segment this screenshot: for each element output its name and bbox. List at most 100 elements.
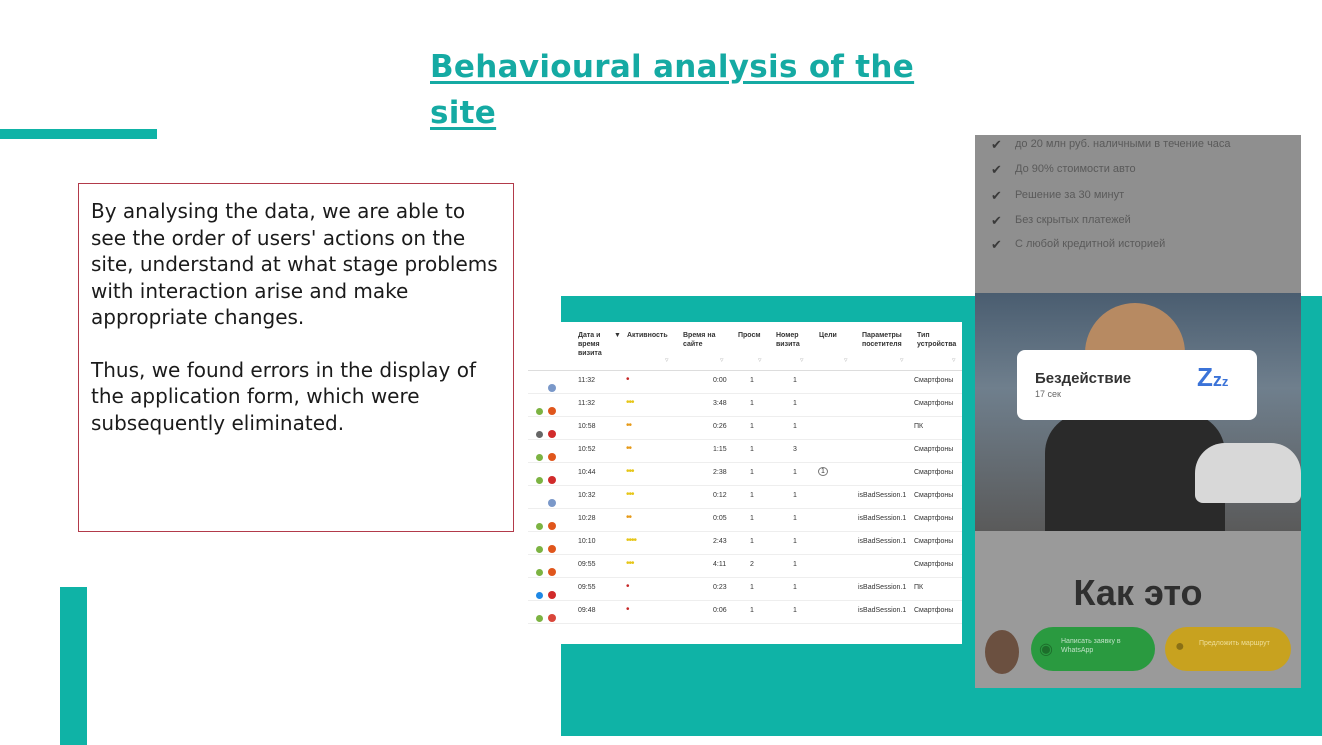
route-button-label: Предложить маршрут: [1199, 640, 1270, 647]
check-icon: ✔: [991, 162, 1002, 177]
checklist-item: Решение за 30 минут: [1015, 189, 1125, 201]
check-icon: ✔: [991, 137, 1002, 152]
section-heading: Как это: [1073, 572, 1203, 613]
page-views: 1: [750, 515, 754, 522]
visit-duration: 1:15: [713, 446, 727, 453]
avatar: [985, 630, 1019, 674]
table-header: Дата и время визита ▼ Активность Время н…: [528, 322, 962, 371]
header-date: Дата и время визита: [578, 332, 602, 357]
header-visitor-params: Параметры посетителя: [862, 332, 902, 348]
table-row[interactable]: 09:55 ••• 4:11 2 1 Смартфоны: [528, 554, 962, 578]
activity-dots: •: [626, 374, 629, 385]
activity-dots: •: [626, 604, 629, 615]
check-icon: ✔: [991, 188, 1002, 203]
page-views: 1: [750, 584, 754, 591]
checklist-item: До 90% стоимости авто: [1015, 163, 1136, 175]
device-type: ПК: [914, 584, 924, 591]
device-type: Смартфоны: [914, 515, 954, 522]
page-views: 2: [750, 561, 754, 568]
visit-duration: 0:12: [713, 492, 727, 499]
sort-icon: ▼: [614, 332, 621, 339]
device-type: Смартфоны: [914, 538, 954, 545]
header-device-type: Тип устройства: [917, 332, 957, 348]
checklist-item: Без скрытых платежей: [1015, 214, 1131, 226]
table-row[interactable]: 11:32 ••• 3:48 1 1 Смартфоны: [528, 393, 962, 417]
table-row[interactable]: 10:10 •••• 2:43 1 1 isBadSession.1 Смартфоны: [528, 531, 962, 555]
paragraph-analysis: By analysing the data, we are able to se…: [91, 199, 498, 329]
visitor-params: isBadSession.1: [858, 538, 907, 545]
check-icon: ✔: [991, 237, 1002, 252]
activity-dots: ••: [626, 443, 632, 454]
table-row[interactable]: 10:44 ••• 2:38 1 1 1 Смартфоны: [528, 462, 962, 486]
visit-number: 1: [793, 377, 797, 384]
filter-icon: ▿: [665, 357, 669, 364]
table-row[interactable]: 10:52 •• 1:15 1 3 Смартфоны: [528, 439, 962, 463]
filter-icon: ▿: [800, 357, 804, 364]
visit-number: 1: [793, 469, 797, 476]
table-row[interactable]: 10:32 ••• 0:12 1 1 isBadSession.1 Смартфоны: [528, 485, 962, 509]
page-views: 1: [750, 423, 754, 430]
sleep-zzz-icon: Zzz: [1197, 362, 1229, 392]
visit-number: 3: [793, 446, 797, 453]
activity-dots: ••: [626, 420, 632, 431]
page-views: 1: [750, 469, 754, 476]
device-type: Смартфоны: [914, 446, 954, 453]
activity-dots: ••: [626, 512, 632, 523]
visitor-params: isBadSession.1: [858, 515, 907, 522]
paragraph-errors: Thus, we found errors in the display of …: [91, 357, 477, 435]
checklist-item: до 20 млн руб. наличными в течение часа: [1015, 138, 1231, 150]
device-type: Смартфоны: [914, 492, 954, 499]
visit-number: 1: [793, 584, 797, 591]
checklist-area: ✔ до 20 млн руб. наличными в течение час…: [975, 135, 1301, 293]
whatsapp-button[interactable]: ◉ Написать заявку в WhatsApp: [1031, 627, 1155, 671]
visit-time: 10:44: [578, 469, 596, 476]
car-shape: [1195, 443, 1301, 503]
table-row[interactable]: 09:55 • 0:23 1 1 isBadSession.1 ПК: [528, 577, 962, 601]
table-row[interactable]: 10:58 •• 0:26 1 1 ПК: [528, 416, 962, 440]
page-views: 1: [750, 492, 754, 499]
table-row[interactable]: 10:28 •• 0:05 1 1 isBadSession.1 Смартфоны: [528, 508, 962, 532]
visit-duration: 0:06: [713, 607, 727, 614]
whatsapp-icon: ◉: [1039, 641, 1053, 658]
visit-duration: 0:23: [713, 584, 727, 591]
visit-duration: 0:05: [713, 515, 727, 522]
filter-icon: ▿: [720, 357, 724, 364]
accent-bar-bottom-left: [60, 587, 87, 745]
activity-dots: •••: [626, 397, 634, 408]
accent-bar-top-left: [0, 129, 157, 139]
visit-time: 09:48: [578, 607, 596, 614]
visit-time: 10:10: [578, 538, 596, 545]
visit-number: 1: [793, 538, 797, 545]
header-views: Просм: [738, 332, 761, 339]
visit-duration: 3:48: [713, 400, 727, 407]
visit-number: 1: [793, 400, 797, 407]
filter-icon: ▿: [844, 357, 848, 364]
visit-number: 1: [793, 561, 797, 568]
visit-duration: 0:26: [713, 423, 727, 430]
device-type: Смартфоны: [914, 607, 954, 614]
header-goals: Цели: [819, 332, 837, 339]
visit-number: 1: [793, 607, 797, 614]
visit-duration: 4:11: [713, 561, 727, 568]
bottom-action-bar: ◉ Написать заявку в WhatsApp ● Предложит…: [975, 617, 1301, 688]
table-row[interactable]: 11:32 • 0:00 1 1 Смартфоны: [528, 370, 962, 394]
checklist-item: С любой кредитной историей: [1015, 238, 1166, 250]
filter-icon: ▿: [900, 357, 904, 364]
visit-time: 10:28: [578, 515, 596, 522]
visit-time: 09:55: [578, 584, 596, 591]
filter-icon: ▿: [758, 357, 762, 364]
activity-dots: •: [626, 581, 629, 592]
table-row[interactable]: 09:48 • 0:06 1 1 isBadSession.1 Смартфоны: [528, 600, 962, 624]
header-activity: Активность: [627, 332, 668, 339]
device-type: Смартфоны: [914, 561, 954, 568]
visit-duration: 2:43: [713, 538, 727, 545]
page-views: 1: [750, 538, 754, 545]
visit-time: 10:52: [578, 446, 596, 453]
route-button[interactable]: ● Предложить маршрут: [1165, 627, 1291, 671]
visit-number: 1: [793, 515, 797, 522]
whatsapp-button-label: Написать заявку в WhatsApp: [1061, 638, 1121, 654]
visit-time: 10:32: [578, 492, 596, 499]
device-type: ПК: [914, 423, 924, 430]
goal-marker: 1: [818, 467, 828, 476]
visit-duration: 0:00: [713, 377, 727, 384]
